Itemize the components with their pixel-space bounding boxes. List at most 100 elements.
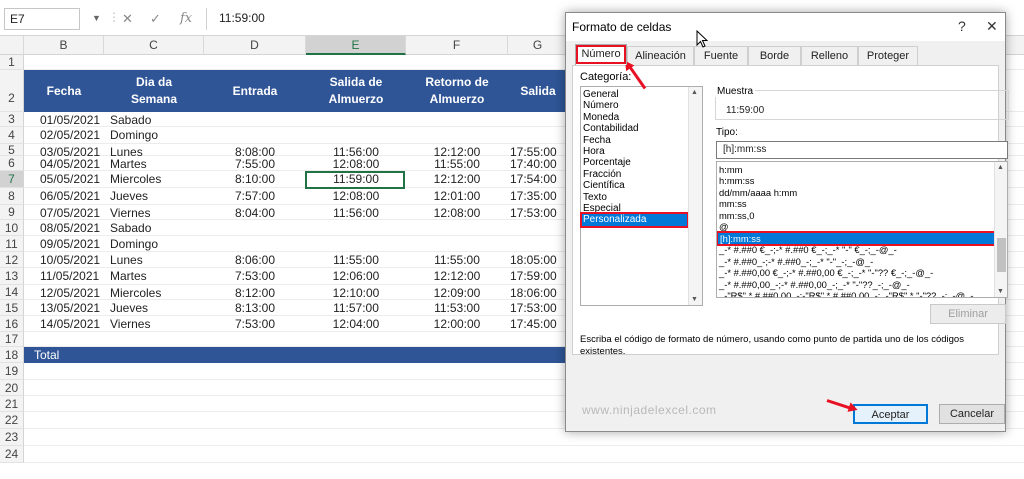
table-cell-salida[interactable]: 18:05:00 [510,253,570,267]
scroll-up-icon[interactable]: ▲ [997,164,1004,171]
table-cell-retorno[interactable]: 12:00:00 [406,317,508,331]
table-cell-retorno[interactable]: 11:53:00 [406,301,508,315]
format-code-list[interactable]: h:mm h:mm:ss dd/mm/aaaa h:mm mm:ss mm:ss,0 @[… [716,161,1008,298]
close-icon[interactable]: ✕ [986,18,998,35]
table-cell-fecha[interactable]: 05/05/2021 [40,172,100,186]
row-header[interactable]: 22 [0,412,24,429]
table-cell-entrada[interactable]: 8:10:00 [204,172,306,186]
format-code-item[interactable]: mm:ss,0 [719,210,754,221]
column-header-e[interactable]: E [306,36,406,55]
help-icon[interactable]: ? [958,18,966,34]
format-code-item[interactable]: h:mm [719,164,742,175]
format-code-item[interactable]: [h]:mm:ss [717,230,996,247]
table-cell-salida-alm[interactable]: 11:56:00 [306,206,406,220]
tab-alineacion[interactable]: Alineación [627,46,694,65]
table-cell-fecha[interactable]: 14/05/2021 [40,317,100,331]
type-input[interactable]: [h]:mm:ss [716,141,1008,159]
column-header-b[interactable]: B [24,36,104,55]
table-cell-retorno[interactable]: 12:01:00 [406,189,508,203]
table-cell-entrada[interactable]: 7:55:00 [204,157,306,171]
tab-fuente[interactable]: Fuente [694,46,748,65]
row-header[interactable]: 20 [0,380,24,396]
format-code-item[interactable]: _-* #.##0 €_-;-* #.##0 €_-;_-* "-" €_-;_… [719,244,897,255]
row-header[interactable]: 9 [0,205,24,220]
table-cell-dia[interactable]: Domingo [110,237,158,251]
table-cell-salida[interactable]: 17:53:00 [510,301,570,315]
tab-relleno[interactable]: Relleno [801,46,858,65]
row-header[interactable]: 21 [0,396,24,412]
category-item[interactable]: Porcentaje [583,157,631,169]
table-cell-fecha[interactable]: 06/05/2021 [40,189,100,203]
category-item[interactable]: Moneda [583,112,619,124]
row-header[interactable]: 15 [0,300,24,316]
cancel-button[interactable]: Cancelar [939,404,1005,424]
row-header[interactable]: 7 [0,171,24,188]
row-header[interactable]: 12 [0,252,24,268]
table-cell-fecha[interactable]: 01/05/2021 [40,113,100,127]
row-header[interactable]: 19 [0,363,24,380]
table-cell-salida-alm[interactable]: 12:06:00 [306,269,406,283]
row-header[interactable]: 18 [0,347,24,363]
table-cell-fecha[interactable]: 08/05/2021 [40,221,100,235]
table-cell-fecha[interactable]: 09/05/2021 [40,237,100,251]
row-header[interactable]: 16 [0,316,24,332]
table-cell-retorno[interactable]: 12:12:00 [406,172,508,186]
cancel-icon[interactable]: ✕ [122,11,133,27]
category-scrollbar[interactable]: ▲ ▼ [688,87,702,305]
row-header[interactable]: 1 [0,55,24,70]
format-code-item[interactable]: _-* #.##0,00_-;-* #.##0,00_-;_-* "-"??_-… [719,279,910,290]
table-cell-dia[interactable]: Sabado [110,113,151,127]
column-header-g[interactable]: G [508,36,568,55]
row-header[interactable]: 10 [0,220,24,236]
delete-button[interactable]: Eliminar [930,304,1006,324]
table-cell-salida[interactable]: 17:45:00 [510,317,570,331]
table-cell-fecha[interactable]: 04/05/2021 [40,157,100,171]
category-item[interactable]: Número [583,100,619,112]
table-cell-entrada[interactable]: 7:57:00 [204,189,306,203]
column-header-d[interactable]: D [204,36,306,55]
table-cell-entrada[interactable]: 8:04:00 [204,206,306,220]
table-cell-salida[interactable]: 17:40:00 [510,157,570,171]
enter-icon[interactable]: ✓ [150,11,161,27]
table-cell-fecha[interactable]: 13/05/2021 [40,301,100,315]
table-cell-entrada[interactable]: 7:53:00 [204,317,306,331]
scroll-up-icon[interactable]: ▲ [691,89,698,96]
format-code-item[interactable]: _-* #.##0,00 €_-;-* #.##0,00 €_-;_-* "-"… [719,267,933,278]
table-cell-salida-alm[interactable]: 11:57:00 [306,301,406,315]
column-header-f[interactable]: F [406,36,508,55]
format-code-item[interactable]: @ [719,221,729,232]
table-cell-dia[interactable]: Martes [110,157,147,171]
category-item[interactable]: Fecha [583,135,611,147]
table-cell-fecha[interactable]: 02/05/2021 [40,128,100,142]
table-cell-salida-alm[interactable]: 12:10:00 [306,286,406,300]
column-header-c[interactable]: C [104,36,204,55]
chevron-down-icon[interactable]: ▼ [92,13,101,23]
format-code-item[interactable]: _-* #.##0_-;-* #.##0_-;_-* "-"_-;_-@_- [719,256,873,267]
table-cell-salida[interactable]: 17:35:00 [510,189,570,203]
table-cell-entrada[interactable]: 7:53:00 [204,269,306,283]
table-cell-retorno[interactable]: 11:55:00 [406,157,508,171]
row-header[interactable]: 6 [0,156,24,171]
format-list-scrollbar[interactable]: ▲ ▼ [994,162,1007,297]
category-item[interactable]: General [583,89,619,101]
table-cell-dia[interactable]: Viernes [110,317,150,331]
row-header[interactable]: 23 [0,429,24,446]
accept-button[interactable]: Aceptar [853,404,928,424]
category-item[interactable]: Texto [583,192,607,204]
format-code-item[interactable]: dd/mm/aaaa h:mm [719,187,797,198]
insert-function-icon[interactable]: fx [180,11,192,26]
row-header[interactable]: 11 [0,236,24,252]
select-all-corner[interactable] [0,36,24,55]
tab-borde[interactable]: Borde [748,46,801,65]
row-header[interactable]: 8 [0,188,24,205]
scroll-down-icon[interactable]: ▼ [997,288,1004,295]
table-cell-retorno[interactable]: 12:08:00 [406,206,508,220]
tab-proteger[interactable]: Proteger [858,46,918,65]
table-cell-salida[interactable]: 17:53:00 [510,206,570,220]
table-cell-dia[interactable]: Sabado [110,221,151,235]
category-item[interactable]: Fracción [583,169,621,181]
row-header[interactable]: 5 [0,144,24,156]
table-cell-retorno[interactable]: 11:55:00 [406,253,508,267]
table-cell-dia[interactable]: Miercoles [110,172,161,186]
format-code-item[interactable]: h:mm:ss [719,175,754,186]
